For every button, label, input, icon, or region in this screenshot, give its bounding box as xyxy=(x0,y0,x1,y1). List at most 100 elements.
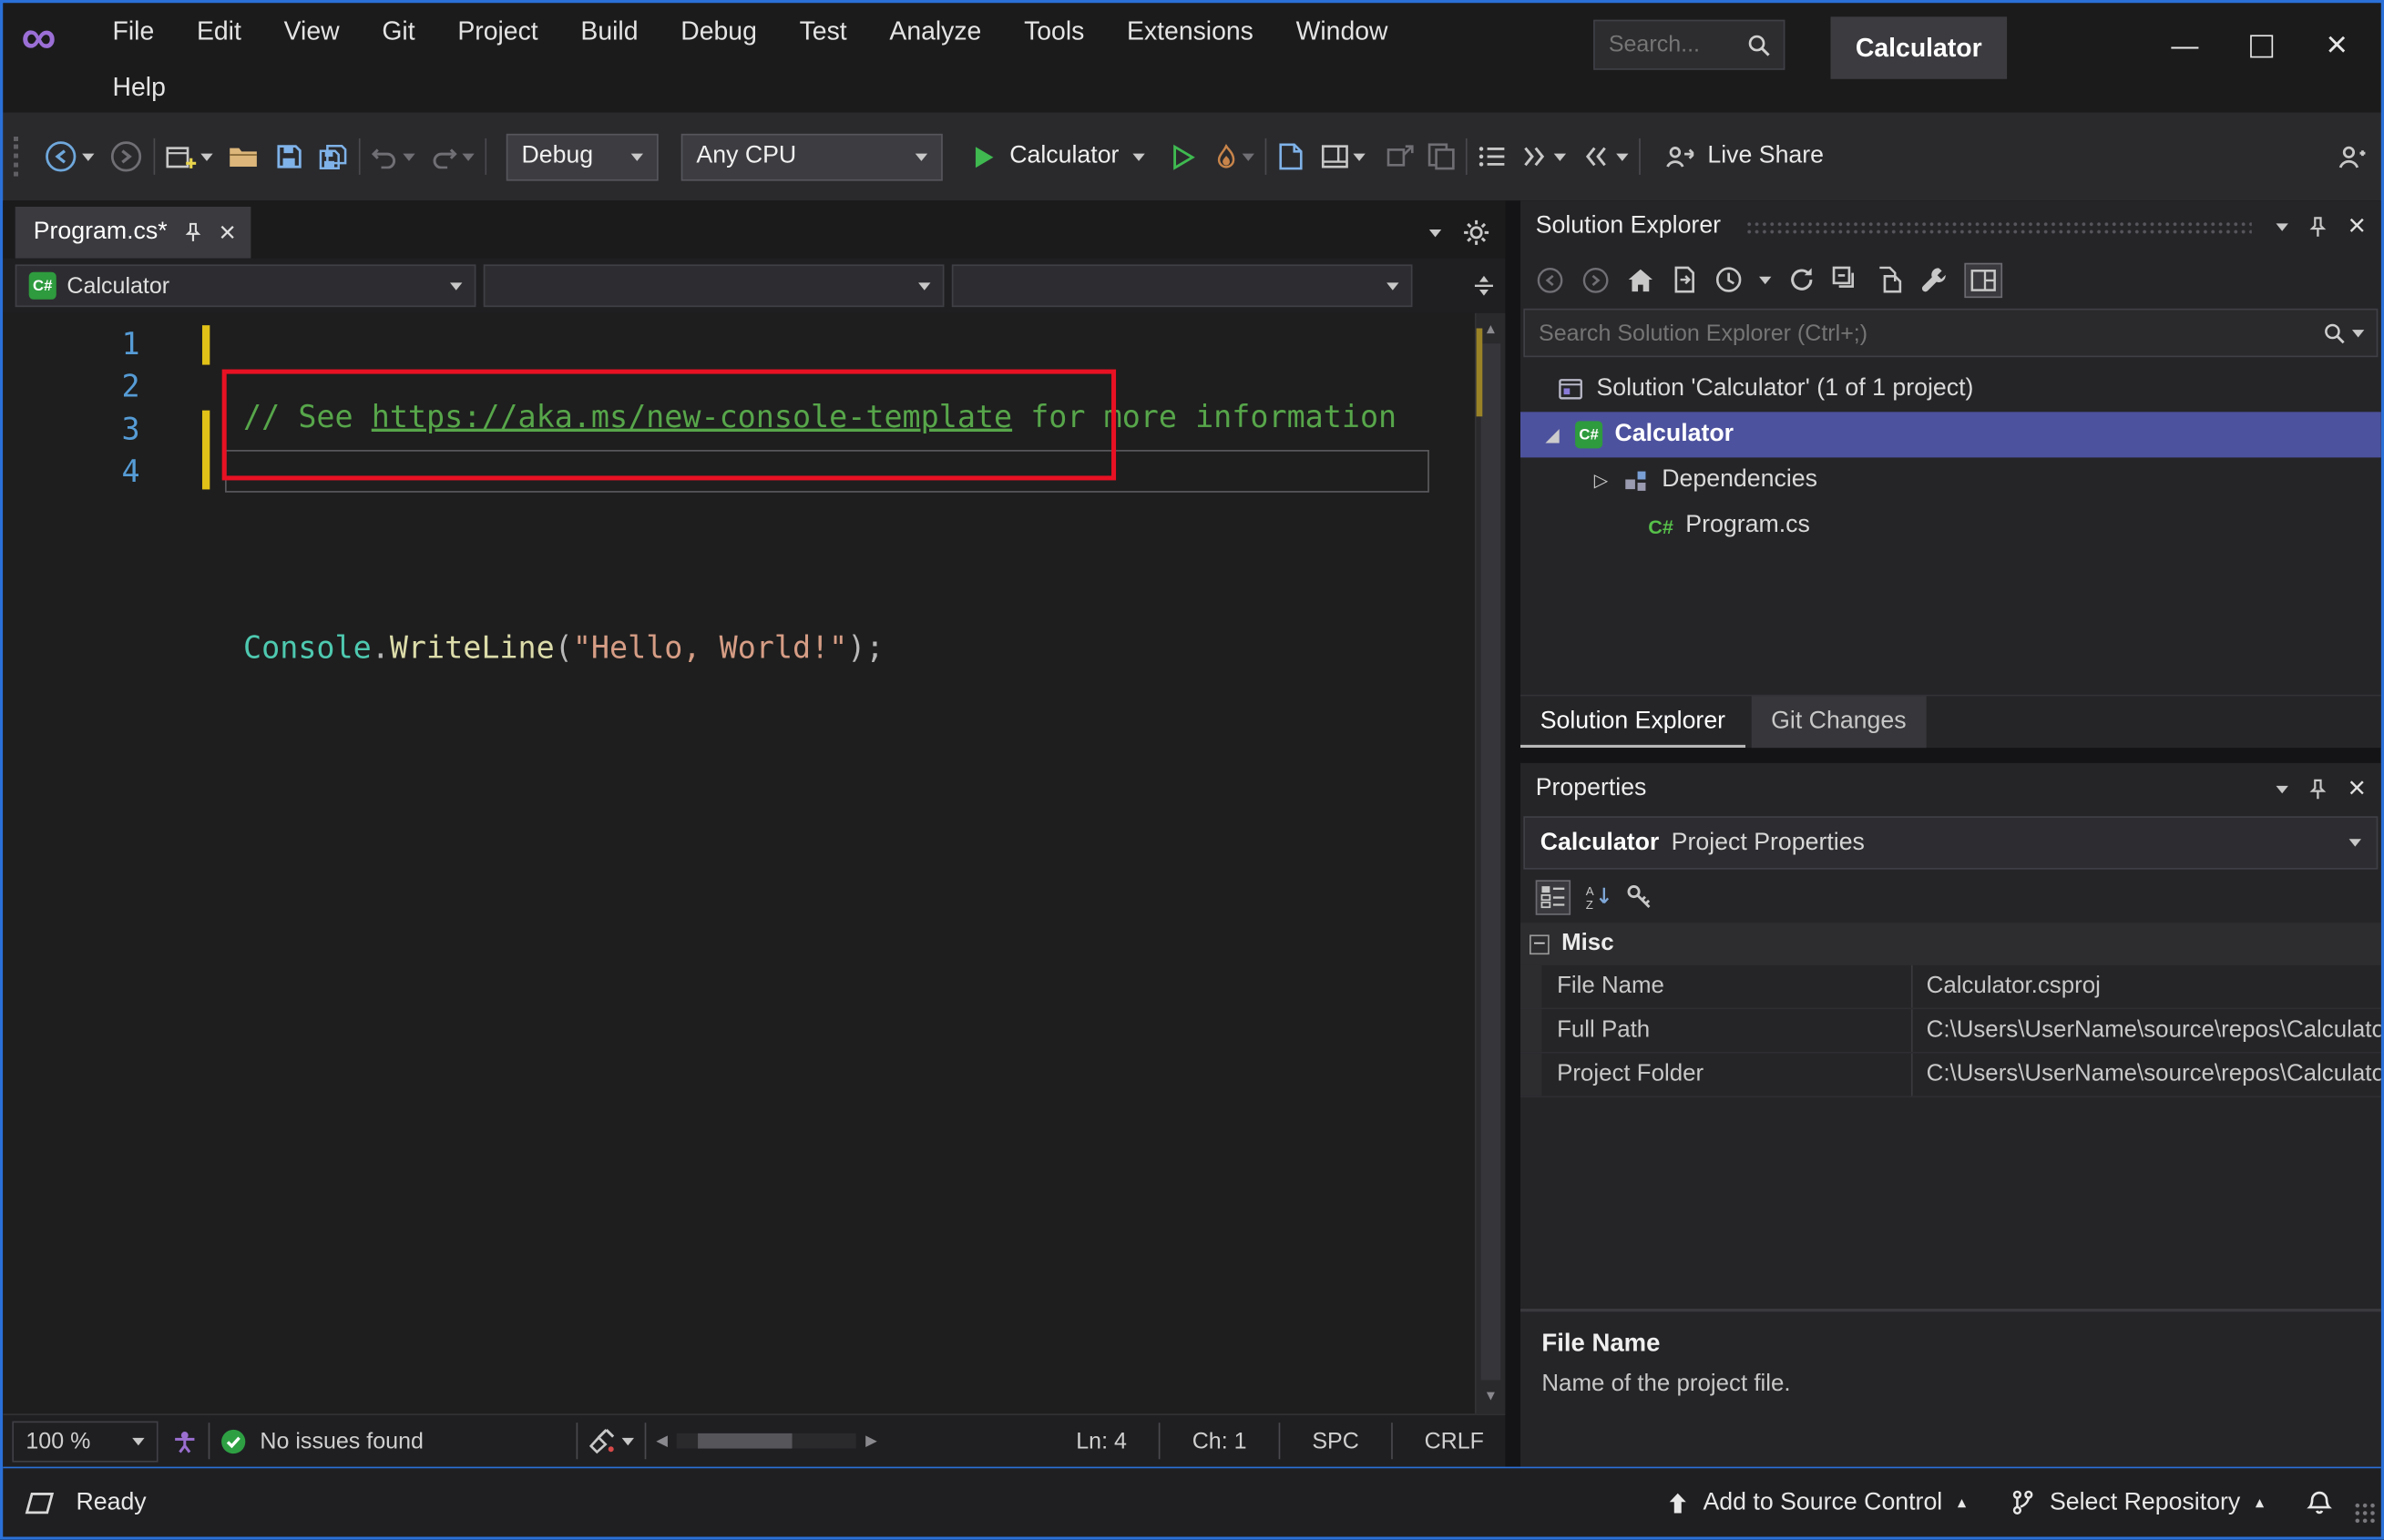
tab-program-cs[interactable]: Program.cs* × xyxy=(15,206,251,259)
panel-menu-caret[interactable] xyxy=(2277,785,2289,793)
collapse-category-icon[interactable] xyxy=(1530,933,1550,954)
expand-collapse-icon[interactable]: ◢ xyxy=(1541,424,1562,445)
menu-git[interactable]: Git xyxy=(361,16,436,46)
pin-panel-icon[interactable] xyxy=(2307,215,2329,238)
close-tab-icon[interactable]: × xyxy=(219,219,236,248)
show-all-files-icon[interactable] xyxy=(1877,266,1904,293)
category-row-misc[interactable]: Misc xyxy=(1520,923,2381,965)
property-value[interactable]: C:\Users\UserName\source\repos\Calculato… xyxy=(1913,1061,2381,1088)
editor-horizontal-scrollbar[interactable] xyxy=(677,1433,857,1449)
navigate-back-caret[interactable] xyxy=(82,152,95,161)
redo-button[interactable] xyxy=(430,145,457,169)
character-indicator[interactable]: Ch: 1 xyxy=(1171,1428,1268,1453)
menu-debug[interactable]: Debug xyxy=(660,16,778,46)
menu-view[interactable]: View xyxy=(262,16,361,46)
line-ending-indicator[interactable]: CRLF xyxy=(1403,1428,1505,1453)
live-share-icon[interactable] xyxy=(1663,143,1694,170)
code-line-3[interactable]: Console.WriteLine("Hello, World!"); xyxy=(243,627,1459,669)
start-debugging-button[interactable]: Calculator xyxy=(967,143,1151,170)
preview-selected-items-icon[interactable] xyxy=(1964,261,2003,298)
scrollbar-thumb[interactable] xyxy=(1480,343,1501,1381)
navigate-chevrons-button[interactable] xyxy=(1522,145,1550,169)
select-repository-button[interactable]: Select Repository ▴ xyxy=(2011,1489,2264,1516)
project-dropdown[interactable]: C# Calculator xyxy=(15,264,476,308)
issues-label[interactable]: No issues found xyxy=(260,1428,424,1453)
send-feedback-person-icon[interactable] xyxy=(2336,143,2366,170)
configuration-dropdown[interactable]: Debug xyxy=(506,133,659,180)
solution-search-caret[interactable] xyxy=(2351,329,2365,337)
menu-extensions[interactable]: Extensions xyxy=(1106,16,1275,46)
scroll-down-arrow[interactable]: ▼ xyxy=(1477,1383,1506,1411)
pin-tab-icon[interactable] xyxy=(182,222,203,243)
panel-layout-button[interactable] xyxy=(1321,143,1348,170)
window-resize-grip[interactable] xyxy=(2353,1501,2377,1525)
properties-wrench-icon[interactable] xyxy=(1920,266,1948,293)
minimize-button[interactable]: — xyxy=(2147,12,2223,78)
start-without-debugging-button[interactable] xyxy=(1172,143,1195,169)
document-health-check-icon[interactable] xyxy=(220,1428,246,1453)
menu-file[interactable]: File xyxy=(91,16,175,46)
save-all-button[interactable] xyxy=(318,143,348,170)
panel-drag-grip[interactable] xyxy=(1745,219,2253,234)
tab-overflow-caret[interactable] xyxy=(1428,229,1442,237)
scroll-left-arrow[interactable]: ◀ xyxy=(656,1433,668,1449)
tree-item-dependencies[interactable]: ▷ Dependencies xyxy=(1520,457,2381,503)
accessibility-icon[interactable] xyxy=(172,1428,198,1453)
new-project-button[interactable] xyxy=(166,143,197,170)
maximize-button[interactable] xyxy=(2223,12,2298,78)
se-navigate-back-icon[interactable] xyxy=(1536,265,1565,294)
undo-button[interactable] xyxy=(371,145,398,169)
open-folder-button[interactable] xyxy=(228,145,258,169)
code-editor[interactable]: 1 2 3 4 // See https://aka.ms/new-consol… xyxy=(3,312,1506,1414)
property-row-project-folder[interactable]: Project Folder C:\Users\UserName\source\… xyxy=(1520,1053,2381,1098)
error-list-button[interactable] xyxy=(1478,145,1505,169)
find-in-files-button[interactable] xyxy=(1277,143,1305,170)
property-value[interactable]: Calculator.csproj xyxy=(1913,973,2381,1000)
panel-menu-caret[interactable] xyxy=(2277,222,2289,230)
tree-item-solution[interactable]: Solution 'Calculator' (1 of 1 project) xyxy=(1520,366,2381,412)
copy-columns-button[interactable] xyxy=(1427,143,1455,170)
menu-analyze[interactable]: Analyze xyxy=(868,16,1003,46)
horizontal-scrollbar-thumb[interactable] xyxy=(698,1433,793,1449)
navigate-forward-button[interactable] xyxy=(109,140,143,174)
solution-search-input[interactable] xyxy=(1525,318,2315,348)
filter-caret[interactable] xyxy=(1759,275,1772,284)
property-pages-key-icon[interactable] xyxy=(1625,883,1652,911)
selected-object-dropdown[interactable]: Calculator Project Properties xyxy=(1523,816,2379,870)
property-row-full-path[interactable]: Full Path C:\Users\UserName\source\repos… xyxy=(1520,1009,2381,1054)
hot-reload-button[interactable] xyxy=(1215,143,1238,169)
refresh-icon[interactable] xyxy=(1788,266,1816,293)
menu-project[interactable]: Project xyxy=(436,16,559,46)
indent-chevrons-caret[interactable] xyxy=(1616,152,1629,161)
undo-caret[interactable] xyxy=(403,152,415,161)
navigate-chevrons-caret[interactable] xyxy=(1553,152,1567,161)
search-box[interactable] xyxy=(1593,19,1785,70)
menu-window[interactable]: Window xyxy=(1274,16,1409,46)
editor-options-gear-icon[interactable] xyxy=(1463,219,1490,246)
save-button[interactable] xyxy=(275,143,302,170)
home-icon[interactable] xyxy=(1627,267,1654,292)
redo-caret[interactable] xyxy=(462,152,475,161)
categorized-view-icon[interactable] xyxy=(1535,879,1571,914)
live-share-label[interactable]: Live Share xyxy=(1707,143,1824,170)
code-cleanup-caret[interactable] xyxy=(620,1437,634,1445)
menu-help[interactable]: Help xyxy=(91,72,187,102)
tab-solution-explorer[interactable]: Solution Explorer xyxy=(1520,696,1745,748)
menu-tools[interactable]: Tools xyxy=(1003,16,1106,46)
toolbar-drag-handle[interactable] xyxy=(14,137,25,177)
notifications-bell-icon[interactable] xyxy=(2307,1489,2332,1516)
collapse-all-icon[interactable] xyxy=(1832,266,1859,293)
code-line-4[interactable] xyxy=(243,741,1459,784)
zoom-dropdown[interactable]: 100 % xyxy=(12,1420,159,1462)
tab-git-changes[interactable]: Git Changes xyxy=(1751,696,1927,749)
type-dropdown[interactable] xyxy=(483,264,945,308)
hot-reload-caret[interactable] xyxy=(1242,152,1254,161)
code-line-2[interactable] xyxy=(243,511,1459,554)
sync-with-active-document-icon[interactable] xyxy=(1671,266,1698,293)
code-cleanup-broom-icon[interactable] xyxy=(588,1427,615,1454)
editor-vertical-scrollbar[interactable]: ▲ ▼ xyxy=(1474,312,1506,1414)
close-panel-icon[interactable]: × xyxy=(2348,211,2366,241)
platform-dropdown[interactable]: Any CPU xyxy=(680,133,943,180)
attach-to-process-button[interactable] xyxy=(1386,143,1414,170)
split-editor-icon[interactable] xyxy=(1472,273,1497,298)
